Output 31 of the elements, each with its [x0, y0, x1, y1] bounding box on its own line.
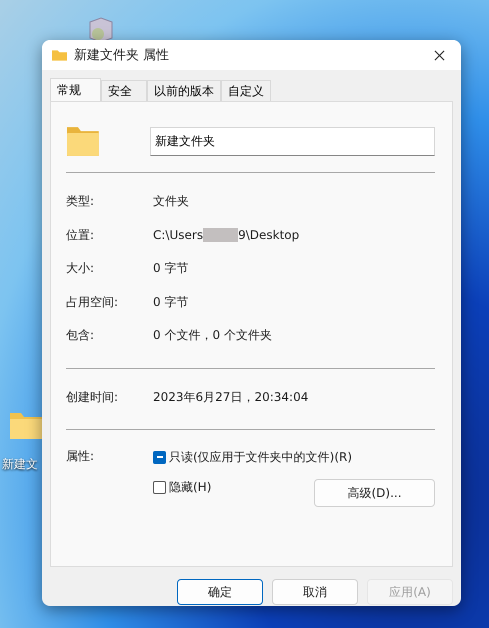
property-label: 属性:	[66, 448, 96, 465]
property-value: 0 字节	[153, 294, 188, 311]
name-field[interactable]: 新建文件夹	[150, 126, 435, 156]
checkbox[interactable]: 隐藏(H)	[153, 478, 212, 496]
property-value: 文件夹	[153, 193, 189, 210]
property-label: 创建时间:	[66, 388, 120, 406]
property-value: 2023年6月27日，20:34:04	[153, 388, 308, 406]
tab[interactable]: 安全	[101, 80, 147, 101]
tab[interactable]: 常规	[50, 78, 101, 101]
property-label: 大小:	[66, 260, 96, 278]
window-title: 新建文件夹 属性	[74, 47, 170, 64]
close-icon[interactable]	[434, 50, 445, 60]
checkbox-square[interactable]	[153, 450, 166, 464]
property-label: 位置:	[66, 226, 96, 244]
checkbox[interactable]: 只读(仅应用于文件夹中的文件)(R)	[153, 448, 352, 466]
folder-icon	[66, 125, 100, 157]
tab[interactable]: 自定义	[221, 80, 271, 101]
advanced-button[interactable]: 高级(D)...	[314, 479, 435, 507]
tab[interactable]: 以前的版本	[147, 80, 221, 101]
property-value: 0 个文件，0 个文件夹	[153, 327, 272, 344]
checkbox-square[interactable]	[153, 480, 166, 494]
dialog-button[interactable]: 取消	[272, 579, 358, 605]
dialog-button[interactable]: 确定	[177, 579, 263, 605]
property-label: 占用空间:	[66, 294, 120, 311]
folder-icon[interactable]	[9, 410, 43, 440]
property-label: 包含:	[66, 327, 96, 344]
folder-icon	[52, 49, 67, 61]
property-value: C:\Users	[153, 228, 204, 242]
property-value: 0 字节	[153, 260, 188, 278]
property-value: 9\Desktop	[238, 228, 300, 242]
property-label: 类型:	[66, 193, 96, 210]
